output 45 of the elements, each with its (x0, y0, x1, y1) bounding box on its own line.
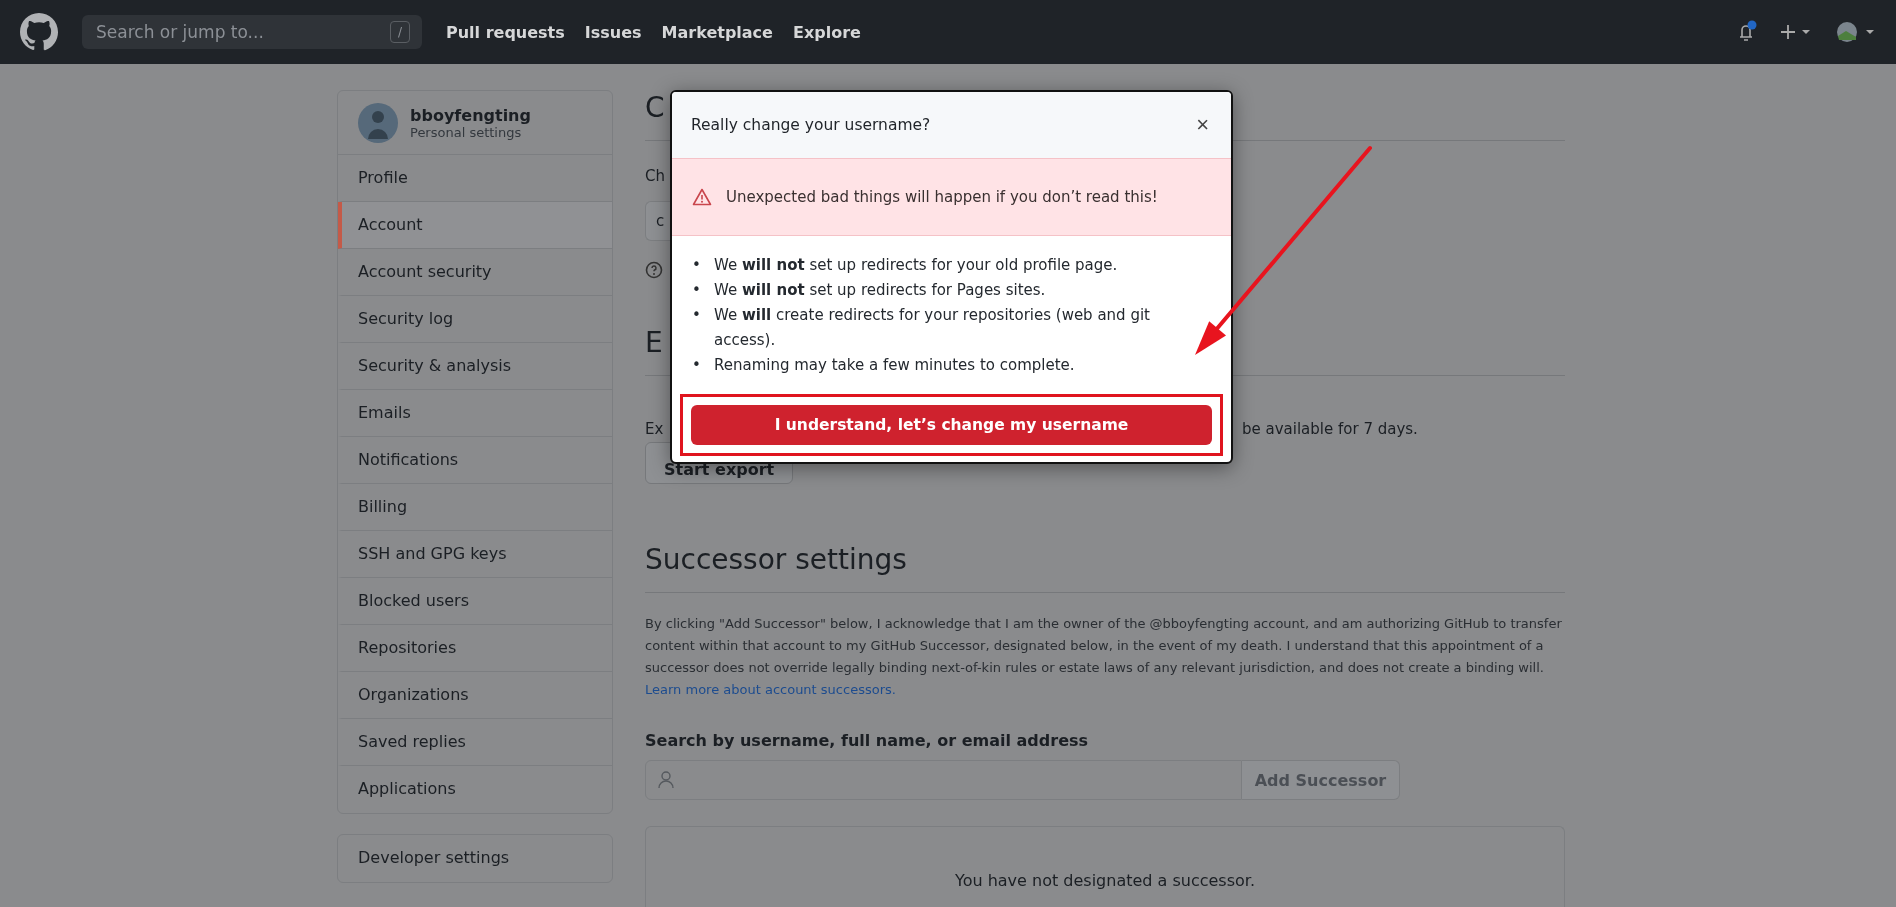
sidebar-item[interactable]: Organizations (338, 672, 612, 719)
search-field[interactable]: Search or jump to... / (82, 15, 422, 49)
bullet: • (692, 304, 702, 326)
sidebar-item[interactable]: Saved replies (338, 719, 612, 766)
sidebar-item[interactable]: Notifications (338, 437, 612, 484)
nav-link[interactable]: Issues (584, 22, 642, 42)
sidebar-item[interactable]: Emails (338, 390, 612, 437)
empty-message: You have not designated a successor. (955, 871, 1255, 892)
bullet: • (692, 254, 702, 276)
sidebar-item[interactable]: Developer settings (338, 835, 612, 882)
username: bboyfengting (410, 105, 531, 125)
sidebar-item[interactable]: Security & analysis (338, 343, 612, 390)
sidebar-item[interactable]: Blocked users (338, 578, 612, 625)
dialog-title: Really change your username? (691, 116, 931, 134)
subtitle: Personal settings (410, 124, 523, 140)
export-text: be available for 7 days. (1242, 420, 1418, 438)
sidebar-item[interactable]: Account security (338, 249, 612, 296)
successor-paragraph: By clicking "Add Successor" below, I acknowledge that I am the owner of the @bboyfengting account, and am authorizing GitHub to transfer content within that account to my GitHub Successor, designated below, in the event of my death. I understand that this appointment of a successor does not override legally binding next-of-kin rules or estate laws of any relevant jurisdiction, and does not create a binding will. Learn more about account successors. (645, 615, 1563, 699)
nav-link[interactable]: Pull requests (446, 22, 565, 42)
list-item: We will create redirects for your repositories (web and git access). (714, 304, 1151, 351)
bullet: • (692, 279, 702, 301)
field-label: Ch (645, 167, 666, 185)
shortcut-key: / (389, 21, 410, 43)
warning-text: Unexpected bad things will happen if you don’t read this! (726, 188, 1158, 206)
heading-text: C (645, 91, 665, 124)
section-heading: Successor settings (645, 540, 1565, 593)
export-text: Ex (645, 420, 664, 438)
nav-link[interactable]: Marketplace (661, 22, 773, 42)
list-item: We will not set up redirects for your old profile page. (714, 254, 1118, 276)
nav-link[interactable]: Explore (792, 22, 861, 42)
close-button[interactable]: × (1192, 112, 1213, 138)
list-item: Renaming may take a few minutes to complete. (714, 354, 1075, 376)
list-item: We will not set up redirects for Pages sites. (714, 279, 1046, 301)
confirm-button[interactable]: I understand, let’s change my username (691, 405, 1212, 445)
sidebar-item[interactable]: Security log (338, 296, 612, 343)
sidebar-item[interactable]: Billing (338, 484, 612, 531)
bullet: • (692, 354, 702, 376)
sidebar-item[interactable]: Applications (338, 766, 612, 813)
sidebar-item[interactable]: Account (338, 202, 612, 249)
heading-text: E (645, 326, 663, 359)
add-successor-button[interactable]: Add Successor (1242, 760, 1400, 800)
learn-more-link[interactable]: Learn more about account successors. (645, 682, 896, 697)
sidebar-item[interactable]: Repositories (338, 625, 612, 672)
sidebar-item[interactable]: SSH and GPG keys (338, 531, 612, 578)
search-label: Search by username, full name, or email address (645, 731, 1090, 750)
